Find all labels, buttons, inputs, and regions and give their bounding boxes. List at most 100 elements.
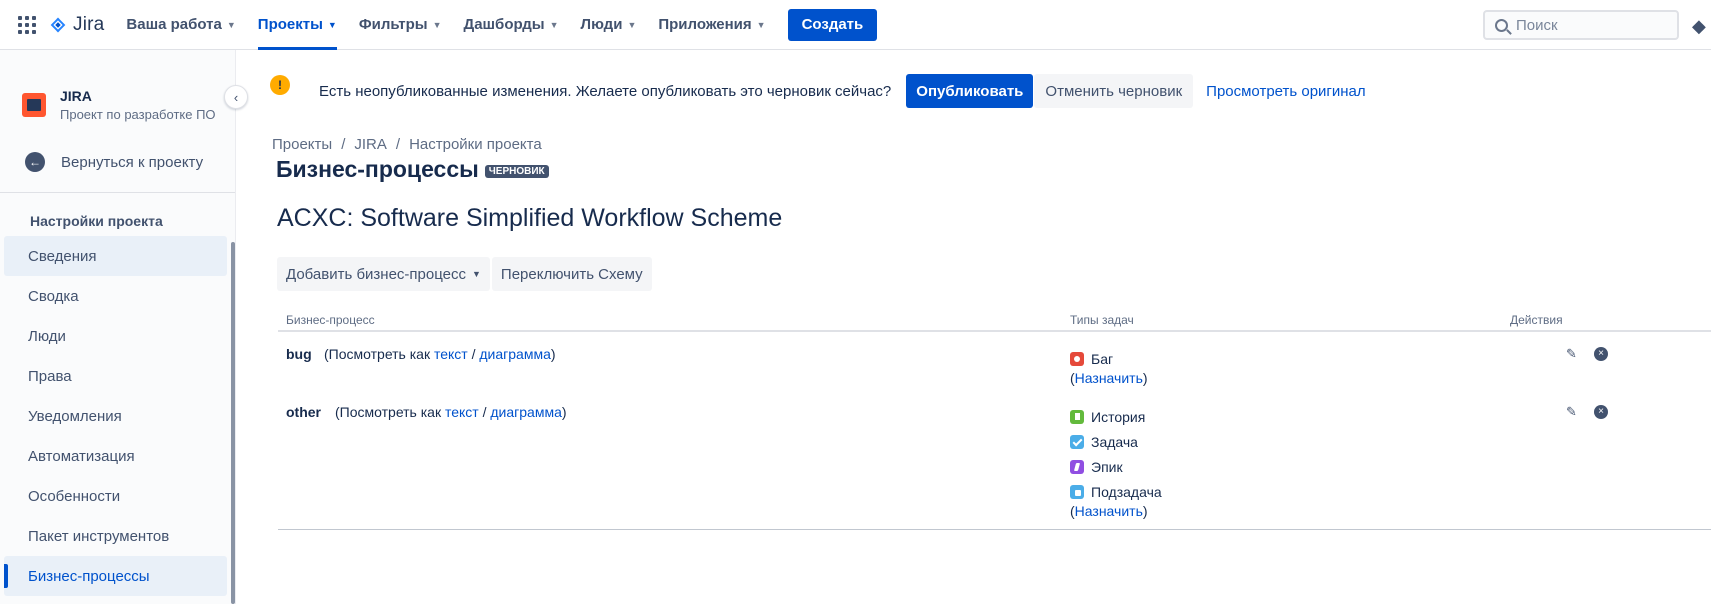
scheme-name: ACXC: Software Simplified Workflow Schem… [277,204,783,232]
nav-your-work-label: Ваша работа [126,16,222,33]
sidebar-section-title: Настройки проекта [30,213,163,229]
nav-your-work[interactable]: Ваша работа ▼ [126,0,235,50]
view-separator: / [482,404,487,420]
sidebar-item-toolchain[interactable]: Пакет инструментов [4,516,227,556]
project-name: JIRA [60,88,92,104]
switch-scheme-button[interactable]: Переключить Схему [491,257,652,291]
nav-apps[interactable]: Приложения ▼ [658,0,765,50]
page-header: Бизнес-процессы ЧЕРНОВИК [276,156,549,183]
view-as-diagram-link[interactable]: диаграмма [479,346,551,362]
sidebar-item-permissions[interactable]: Права [4,356,227,396]
assign-container: (Назначить) [1070,370,1148,386]
view-as-diagram-link[interactable]: диаграмма [490,404,562,420]
sidebar-item-automation[interactable]: Автоматизация [4,436,227,476]
collapse-sidebar-button[interactable]: ‹ [224,85,248,109]
discard-draft-button[interactable]: Отменить черновик [1034,74,1194,108]
project-header: JIRA Проект по разработке ПО [0,50,235,122]
table-row: other (Посмотреть как текст / диаграмма)… [278,390,1711,568]
assign-close: ) [1142,370,1148,386]
app-switcher-icon[interactable] [18,15,36,34]
nav-filters-label: Фильтры [358,16,428,33]
sidebar-item-notifications[interactable]: Уведомления [4,396,227,436]
issue-type: Подзадача [1070,479,1162,504]
sidebar-item-details[interactable]: Сведения [4,236,227,276]
view-as-prefix: (Посмотреть как [324,346,431,362]
assign-container: (Назначить) [1070,503,1162,519]
page-title: Бизнес-процессы [276,156,479,182]
issue-type-label: Эпик [1091,458,1123,475]
create-button[interactable]: Создать [787,8,878,41]
sidebar-items: Сведения Сводка Люди Права Уведомления А… [0,236,235,596]
assign-close: ) [1142,503,1148,519]
nav-people[interactable]: Люди ▼ [581,0,637,50]
view-as-prefix: (Посмотреть как [335,404,442,420]
add-workflow-button[interactable]: Добавить бизнес-процесс ▼ [277,257,490,291]
row-actions: ✎ × [1566,404,1608,420]
back-to-project-link[interactable]: ← Вернуться к проекту [0,147,235,177]
view-as-suffix: ) [550,346,556,362]
project-sidebar: JIRA Проект по разработке ПО ← Вернуться… [0,50,236,604]
sidebar-item-summary[interactable]: Сводка [4,276,227,316]
view-separator: / [471,346,476,362]
issue-type-label: Задача [1091,433,1138,450]
remove-icon[interactable]: × [1594,405,1608,419]
column-issue-types: Типы задач [1070,313,1134,327]
assign-link[interactable]: Назначить [1075,370,1143,386]
column-workflow: Бизнес-процесс [286,313,375,327]
chevron-down-icon: ▼ [627,19,637,30]
assign-link[interactable]: Назначить [1075,503,1143,519]
edit-icon[interactable]: ✎ [1566,404,1580,420]
table-header: Бизнес-процесс Типы задач Действия [278,310,1711,332]
breadcrumb-projects[interactable]: Проекты [272,136,332,153]
sidebar-divider [0,192,235,193]
draft-banner: ! Есть неопубликованные изменения. Желае… [270,74,1366,108]
jira-logo[interactable]: Jira [47,14,104,36]
add-workflow-label: Добавить бизнес-процесс [286,265,466,283]
sidebar-item-people[interactable]: Люди [4,316,227,356]
table-row: bug (Посмотреть как текст / диаграмма) Б… [278,332,1711,390]
chevron-left-icon: ‹ [233,89,239,105]
search-icon [1495,18,1508,32]
scheme-actions: Добавить бизнес-процесс ▼ Переключить Схе… [277,257,654,291]
remove-icon[interactable]: × [1594,347,1608,361]
nav-projects[interactable]: Проекты ▼ [257,0,337,50]
jira-logo-icon [50,17,66,32]
view-as-text-link[interactable]: текст [445,404,479,420]
draft-badge: ЧЕРНОВИК [484,165,549,178]
search-placeholder: Поиск [1516,16,1558,34]
nav-dashboards[interactable]: Дашборды ▼ [464,0,559,50]
bug-icon [1070,351,1084,366]
sidebar-item-workflows[interactable]: Бизнес-процессы [4,556,227,596]
sidebar-scrollbar[interactable] [231,242,235,604]
breadcrumb-settings[interactable]: Настройки проекта [409,136,542,153]
nav-people-label: Люди [580,16,623,33]
issue-types: Баг (Назначить) [1070,346,1148,386]
back-to-project-label: Вернуться к проекту [61,153,204,171]
sidebar-item-features[interactable]: Особенности [4,476,227,516]
logo-text: Jira [73,13,105,35]
subtask-icon [1070,484,1084,499]
top-navigation: Jira Ваша работа ▼ Проекты ▼ Фильтры ▼ Дашб… [0,0,1711,50]
edit-icon[interactable]: ✎ [1566,346,1580,362]
view-original-link[interactable]: Просмотреть оригинал [1206,83,1366,100]
publish-button[interactable]: Опубликовать [906,74,1034,108]
chevron-down-icon: ▼ [432,19,442,30]
issue-type-label: Подзадача [1091,483,1162,500]
workflow-name: bug [286,346,312,362]
breadcrumb: Проекты / JIRA / Настройки проекта [272,136,542,153]
draft-message: Есть неопубликованные изменения. Желаете… [319,82,892,100]
workflow-name: other [286,404,321,420]
breadcrumb-project[interactable]: JIRA [354,136,387,153]
issue-type: Баг [1070,346,1148,371]
view-as-text-link[interactable]: текст [434,346,468,362]
issue-type: Эпик [1070,454,1162,479]
view-as-suffix: ) [561,404,567,420]
nav-dashboards-label: Дашборды [463,16,545,33]
nav-filters[interactable]: Фильтры ▼ [359,0,442,50]
arrow-left-icon: ← [25,152,45,172]
chevron-down-icon: ▼ [472,269,481,279]
search-input[interactable]: Поиск [1483,10,1679,40]
task-icon [1070,434,1084,449]
notifications-bell-icon[interactable]: ◆ [1692,16,1706,37]
issue-type: Задача [1070,429,1162,454]
